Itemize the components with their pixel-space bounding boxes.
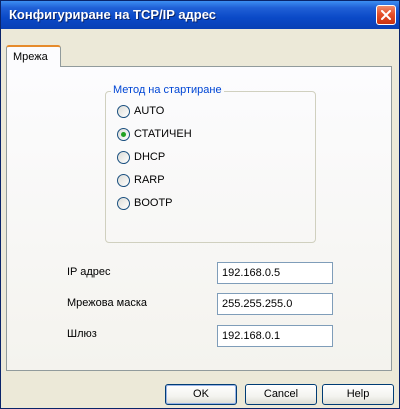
tcpip-config-dialog: Конфигуриране на TCP/IP адрес Мрежа Мето… — [0, 0, 400, 409]
radio-static-circle[interactable] — [117, 128, 130, 141]
title-bar[interactable]: Конфигуриране на TCP/IP адрес — [1, 1, 399, 29]
network-tab-panel: Метод на стартиране AUTO СТАТИЧЕН DHCP R… — [6, 66, 392, 371]
radio-static-label: СТАТИЧЕН — [134, 128, 192, 140]
radio-auto-circle[interactable] — [117, 105, 130, 118]
close-button[interactable] — [376, 5, 396, 25]
radio-selected-dot — [121, 132, 126, 137]
radio-dhcp-circle[interactable] — [117, 151, 130, 164]
boot-method-legend: Метод на стартиране — [111, 84, 224, 96]
subnet-mask-label: Мрежова маска — [67, 297, 147, 309]
help-button[interactable]: Help — [322, 384, 394, 405]
gateway-label: Шлюз — [67, 328, 97, 340]
cancel-button[interactable]: Cancel — [245, 384, 317, 405]
boot-method-group: Метод на стартиране AUTO СТАТИЧЕН DHCP R… — [105, 84, 316, 243]
subnet-mask-input[interactable]: 255.255.255.0 — [217, 293, 333, 315]
window-title: Конфигуриране на TCP/IP адрес — [9, 7, 217, 22]
radio-bootp-circle[interactable] — [117, 197, 130, 210]
radio-rarp-circle[interactable] — [117, 174, 130, 187]
ip-address-label: IP адрес — [67, 266, 111, 278]
radio-bootp-label: BOOTP — [134, 197, 173, 209]
radio-auto-label: AUTO — [134, 105, 165, 117]
radio-dhcp-label: DHCP — [134, 151, 166, 163]
ip-address-input[interactable]: 192.168.0.5 — [217, 262, 333, 284]
tab-network-label: Мрежа — [13, 51, 48, 63]
ok-button[interactable]: OK — [165, 384, 237, 405]
tab-network[interactable]: Мрежа — [6, 45, 61, 67]
radio-rarp-label: RARP — [134, 174, 165, 186]
gateway-input[interactable]: 192.168.0.1 — [217, 325, 333, 347]
close-icon — [381, 10, 391, 20]
